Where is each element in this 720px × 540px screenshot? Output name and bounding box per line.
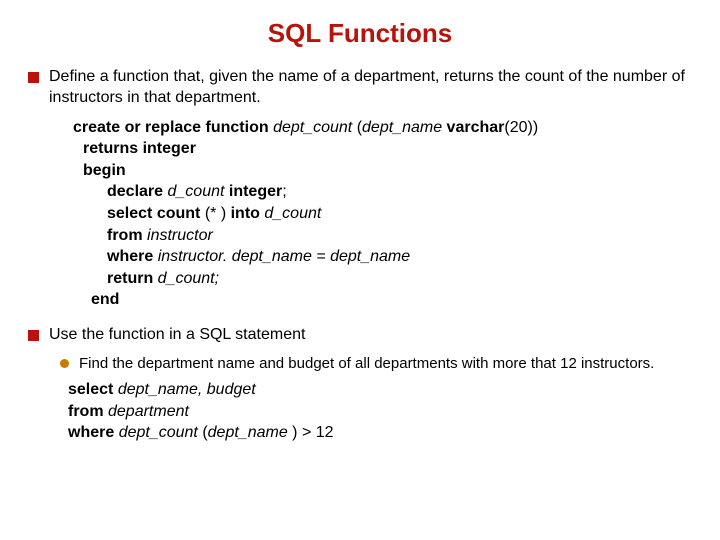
bullet-dot-icon	[60, 359, 69, 368]
bullet-square-icon	[28, 330, 39, 341]
bullet-square-icon	[28, 72, 39, 83]
code-block-1: create or replace function dept_count (d…	[73, 117, 692, 311]
code-block-2: select dept_name, budget from department…	[68, 379, 692, 444]
sub-bullet-1: Find the department name and budget of a…	[60, 354, 692, 374]
slide-title: SQL Functions	[28, 18, 692, 49]
bullet-2-text: Use the function in a SQL statement	[49, 325, 305, 346]
bullet-item-1: Define a function that, given the name o…	[28, 67, 692, 109]
bullet-item-2: Use the function in a SQL statement	[28, 325, 692, 346]
bullet-1-text: Define a function that, given the name o…	[49, 67, 692, 109]
sub-bullet-1-text: Find the department name and budget of a…	[79, 354, 654, 374]
